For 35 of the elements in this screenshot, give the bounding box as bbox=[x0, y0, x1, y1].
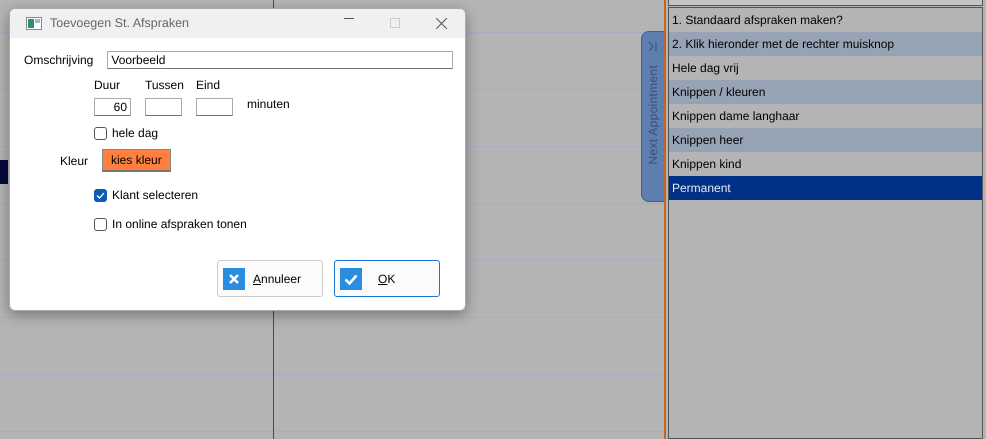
number-field[interactable] bbox=[145, 98, 182, 116]
ok-button[interactable]: OK bbox=[334, 260, 440, 297]
collapse-icon bbox=[649, 42, 657, 51]
close-icon[interactable] bbox=[436, 18, 447, 29]
field-label: Duur bbox=[94, 77, 122, 94]
checkbox-label: hele dag bbox=[112, 125, 158, 142]
field-label: Eind bbox=[196, 77, 222, 94]
number-field[interactable] bbox=[196, 98, 233, 116]
unit-label: minuten bbox=[247, 96, 290, 113]
field-label: Omschrijving bbox=[24, 52, 94, 69]
list-item[interactable]: Permanent bbox=[669, 176, 982, 200]
description-field[interactable]: Voorbeeld bbox=[107, 51, 454, 69]
checkbox[interactable] bbox=[94, 188, 107, 202]
appointment-block bbox=[0, 160, 8, 184]
list-item[interactable]: 1. Standaard afspraken maken? bbox=[669, 8, 982, 32]
field-label: Kleur bbox=[60, 152, 88, 170]
app-icon bbox=[26, 17, 42, 30]
checkbox[interactable] bbox=[94, 218, 107, 230]
number-field[interactable]: 60 bbox=[94, 98, 131, 116]
checkbox[interactable] bbox=[94, 126, 107, 140]
color-button[interactable]: kies kleur bbox=[102, 149, 171, 172]
list-item[interactable]: Knippen kind bbox=[669, 152, 982, 176]
field-label: Tussen bbox=[145, 77, 182, 94]
checkmark-icon bbox=[340, 268, 362, 290]
checkmark-icon bbox=[96, 192, 105, 198]
checkbox-label: Klant selecteren bbox=[112, 187, 198, 204]
checkbox-label: In online afspraken tonen bbox=[112, 216, 247, 233]
list-item[interactable]: Knippen / kleuren bbox=[669, 80, 982, 104]
list-item[interactable]: 2. Klik hieronder met de rechter muisknop bbox=[669, 32, 982, 56]
close-icon bbox=[223, 268, 245, 290]
list-item[interactable]: Hele dag vrij bbox=[669, 56, 982, 80]
cancel-button[interactable]: Annuleer bbox=[217, 260, 323, 297]
list-item[interactable]: Knippen dame langhaar bbox=[669, 104, 982, 128]
list-item[interactable]: Knippen heer bbox=[669, 128, 982, 152]
window-title: Toevoegen St. Afspraken bbox=[50, 15, 189, 32]
